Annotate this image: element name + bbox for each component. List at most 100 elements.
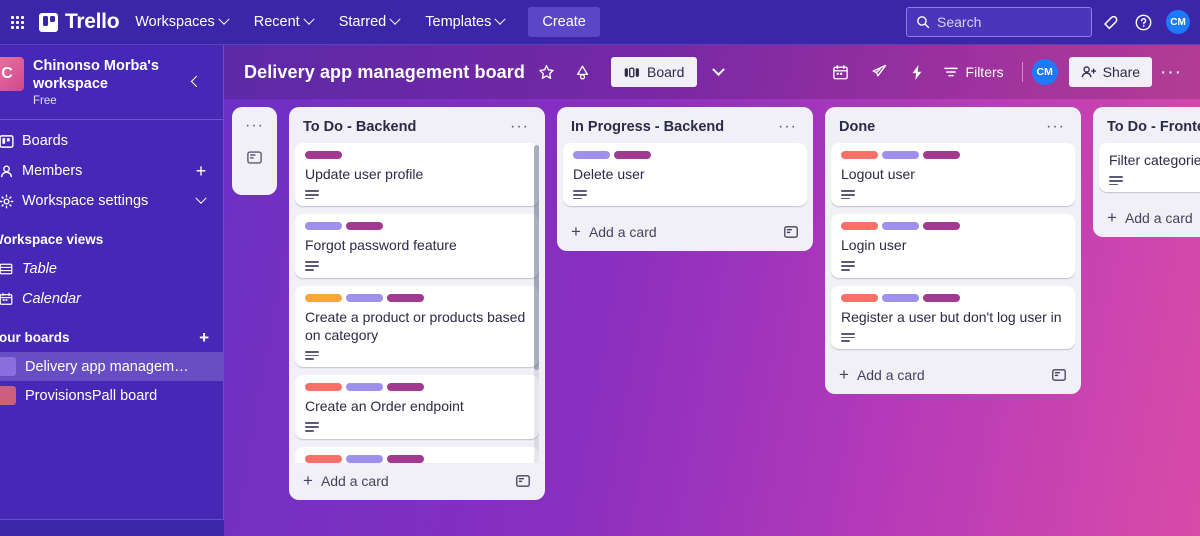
card-partial[interactable]: [295, 446, 539, 463]
sidebar-item-members[interactable]: Members +: [0, 156, 223, 186]
list-scrollbar-thumb[interactable]: [534, 145, 539, 370]
notifications-button[interactable]: [1095, 7, 1125, 37]
star-board-button[interactable]: [531, 57, 561, 87]
board-view-switcher[interactable]: Board: [611, 57, 698, 87]
label-magenta[interactable]: [614, 151, 651, 159]
help-button[interactable]: [1128, 7, 1158, 37]
chevron-down-icon[interactable]: [193, 192, 209, 209]
label-magenta[interactable]: [923, 293, 960, 302]
sidebar-board-provisionspall[interactable]: ProvisionsPall board: [0, 381, 223, 410]
card-labels: [305, 222, 529, 231]
list-cards: Filter categories: [1099, 143, 1200, 200]
board-member-avatar[interactable]: CM: [1031, 59, 1058, 85]
label-purple[interactable]: [882, 151, 919, 159]
app-switcher-button[interactable]: [6, 15, 28, 29]
label-magenta[interactable]: [923, 151, 960, 159]
board-menu-button[interactable]: ···: [1154, 63, 1188, 82]
list-menu-button[interactable]: ···: [1042, 119, 1069, 135]
board-view-dropdown[interactable]: [703, 57, 733, 87]
card[interactable]: Create an Order endpoint: [295, 375, 539, 439]
card[interactable]: Create a product or products based on ca…: [295, 285, 539, 368]
label-purple[interactable]: [305, 222, 342, 231]
list-menu-button[interactable]: ···: [774, 119, 801, 135]
gear-icon: [0, 194, 14, 209]
label-magenta[interactable]: [923, 222, 960, 231]
add-card-button[interactable]: + Add a card: [563, 214, 807, 249]
card[interactable]: Forgot password feature: [295, 214, 539, 278]
label-magenta[interactable]: [305, 151, 342, 159]
card-title: Create a product or products based on ca…: [305, 308, 526, 343]
collapsed-list-panel[interactable]: ···: [232, 107, 277, 195]
label-purple[interactable]: [346, 293, 383, 302]
label-purple[interactable]: [346, 383, 383, 392]
your-boards-heading: Your boards +: [0, 322, 223, 352]
add-card-button[interactable]: + Add a card: [295, 463, 539, 498]
description-icon: [305, 261, 320, 271]
label-red[interactable]: [841, 293, 878, 302]
label-red[interactable]: [305, 454, 342, 463]
nav-starred[interactable]: Starred: [329, 8, 410, 36]
board-calendar-button[interactable]: [826, 57, 856, 87]
label-magenta[interactable]: [387, 454, 424, 463]
add-card-button[interactable]: + Add a card: [831, 357, 1075, 392]
nav-workspaces[interactable]: Workspaces: [125, 8, 238, 36]
label-red[interactable]: [305, 383, 342, 392]
bell-icon: [1103, 15, 1117, 29]
add-member-button[interactable]: +: [193, 162, 209, 180]
nav-workspaces-label: Workspaces: [135, 14, 215, 30]
board-automation-button[interactable]: [902, 57, 932, 87]
trello-home-logo[interactable]: Trello: [39, 10, 120, 34]
label-orange[interactable]: [305, 293, 342, 302]
label-red[interactable]: [841, 222, 878, 231]
card[interactable]: Register a user but don't log user in: [831, 285, 1075, 350]
workspace-plan: Free: [33, 95, 57, 107]
sidebar-item-calendar[interactable]: Calendar: [0, 284, 223, 314]
sidebar-item-table[interactable]: Table: [0, 254, 223, 284]
nav-templates[interactable]: Templates: [415, 8, 514, 36]
label-purple[interactable]: [882, 293, 919, 302]
card-labels: [573, 151, 797, 159]
board-rocket-button[interactable]: [864, 57, 894, 87]
label-magenta[interactable]: [346, 222, 383, 231]
search-input[interactable]: [937, 14, 1072, 30]
card-badges: [305, 261, 529, 271]
label-magenta[interactable]: [387, 383, 424, 392]
filters-label: Filters: [965, 64, 1004, 80]
card[interactable]: Logout user: [831, 143, 1075, 207]
sidebar-collapse-button[interactable]: [186, 71, 204, 89]
card-template-icon[interactable]: [1051, 367, 1067, 383]
workspace-views-label: Workspace views: [0, 231, 104, 247]
help-circle-icon: [1135, 14, 1151, 30]
add-card-button[interactable]: + Add a card: [1099, 200, 1200, 235]
search-box[interactable]: [906, 7, 1092, 37]
card[interactable]: Update user profile: [295, 143, 539, 207]
list-menu-button[interactable]: ···: [506, 119, 533, 135]
label-purple[interactable]: [346, 454, 383, 463]
collapsed-list-menu[interactable]: ···: [245, 118, 264, 134]
add-board-button[interactable]: +: [199, 329, 209, 346]
trello-logo-icon: [39, 12, 58, 32]
sidebar-board-delivery-app-management[interactable]: Delivery app management b...: [0, 352, 223, 381]
plus-icon: +: [1107, 208, 1117, 228]
label-magenta[interactable]: [387, 293, 424, 302]
nav-recent[interactable]: Recent: [244, 8, 323, 36]
card[interactable]: Filter categories: [1099, 143, 1200, 193]
label-purple[interactable]: [882, 222, 919, 231]
label-purple[interactable]: [573, 151, 610, 159]
card-template-icon[interactable]: [515, 473, 531, 489]
sidebar-item-boards[interactable]: Boards: [0, 126, 223, 156]
create-button[interactable]: Create: [528, 7, 600, 37]
card-template-icon[interactable]: [246, 149, 263, 166]
label-red[interactable]: [841, 151, 878, 159]
filters-button[interactable]: Filters: [934, 58, 1013, 86]
add-card-label: Add a card: [588, 223, 657, 240]
sidebar-item-workspace-settings[interactable]: Workspace settings: [0, 186, 223, 216]
board-view-label: Board: [647, 64, 685, 80]
user-avatar[interactable]: CM: [1166, 10, 1190, 34]
board-visibility-button[interactable]: [567, 57, 597, 87]
card-template-icon[interactable]: [783, 224, 799, 240]
workspace-header[interactable]: C Chinonso Morba's workspace Free: [0, 45, 223, 117]
share-button[interactable]: Share: [1068, 57, 1153, 87]
card[interactable]: Login user: [831, 214, 1075, 278]
card[interactable]: Delete user: [563, 143, 807, 207]
